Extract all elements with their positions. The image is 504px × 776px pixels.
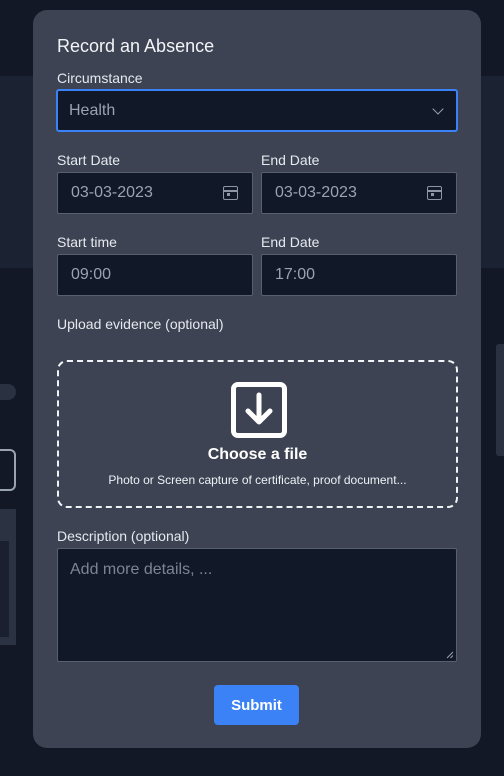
background-panel-inner — [0, 541, 9, 637]
description-placeholder: Add more details, ... — [70, 561, 213, 578]
start-date-input[interactable]: 03-03-2023 — [57, 172, 253, 214]
calendar-icon[interactable] — [223, 186, 238, 200]
end-date-input[interactable]: 03-03-2023 — [261, 172, 457, 214]
record-absence-modal: Record an Absence Circumstance Health St… — [33, 10, 481, 748]
upload-hint: Photo or Screen capture of certificate, … — [108, 473, 407, 487]
resize-handle[interactable] — [446, 651, 454, 659]
chevron-down-icon — [432, 102, 444, 115]
upload-label: Upload evidence (optional) — [57, 316, 224, 332]
description-textarea[interactable]: Add more details, ... — [57, 548, 457, 662]
modal-title: Record an Absence — [57, 36, 215, 56]
start-time-value: 09:00 — [71, 266, 112, 283]
end-time-value: 17:00 — [275, 266, 316, 283]
calendar-icon[interactable] — [427, 186, 442, 200]
end-time-label: End Date — [261, 234, 320, 250]
download-icon — [231, 382, 287, 438]
start-date-value: 03-03-2023 — [71, 184, 153, 201]
submit-button[interactable]: Submit — [214, 685, 299, 725]
end-date-label: End Date — [261, 152, 320, 168]
circumstance-label: Circumstance — [57, 70, 143, 86]
end-time-input[interactable]: 17:00 — [261, 254, 457, 296]
background-scrollbar — [496, 344, 504, 456]
start-date-label: Start Date — [57, 152, 121, 168]
background-button — [0, 449, 16, 491]
description-label: Description (optional) — [57, 528, 190, 544]
start-time-label: Start time — [57, 234, 117, 250]
circumstance-select[interactable]: Health — [56, 89, 458, 132]
file-dropzone[interactable]: Choose a file Photo or Screen capture of… — [57, 360, 458, 508]
start-time-input[interactable]: 09:00 — [57, 254, 253, 296]
background-toggle — [0, 384, 16, 400]
circumstance-value: Health — [69, 101, 116, 119]
end-date-value: 03-03-2023 — [275, 184, 357, 201]
choose-file-title: Choose a file — [207, 446, 308, 463]
